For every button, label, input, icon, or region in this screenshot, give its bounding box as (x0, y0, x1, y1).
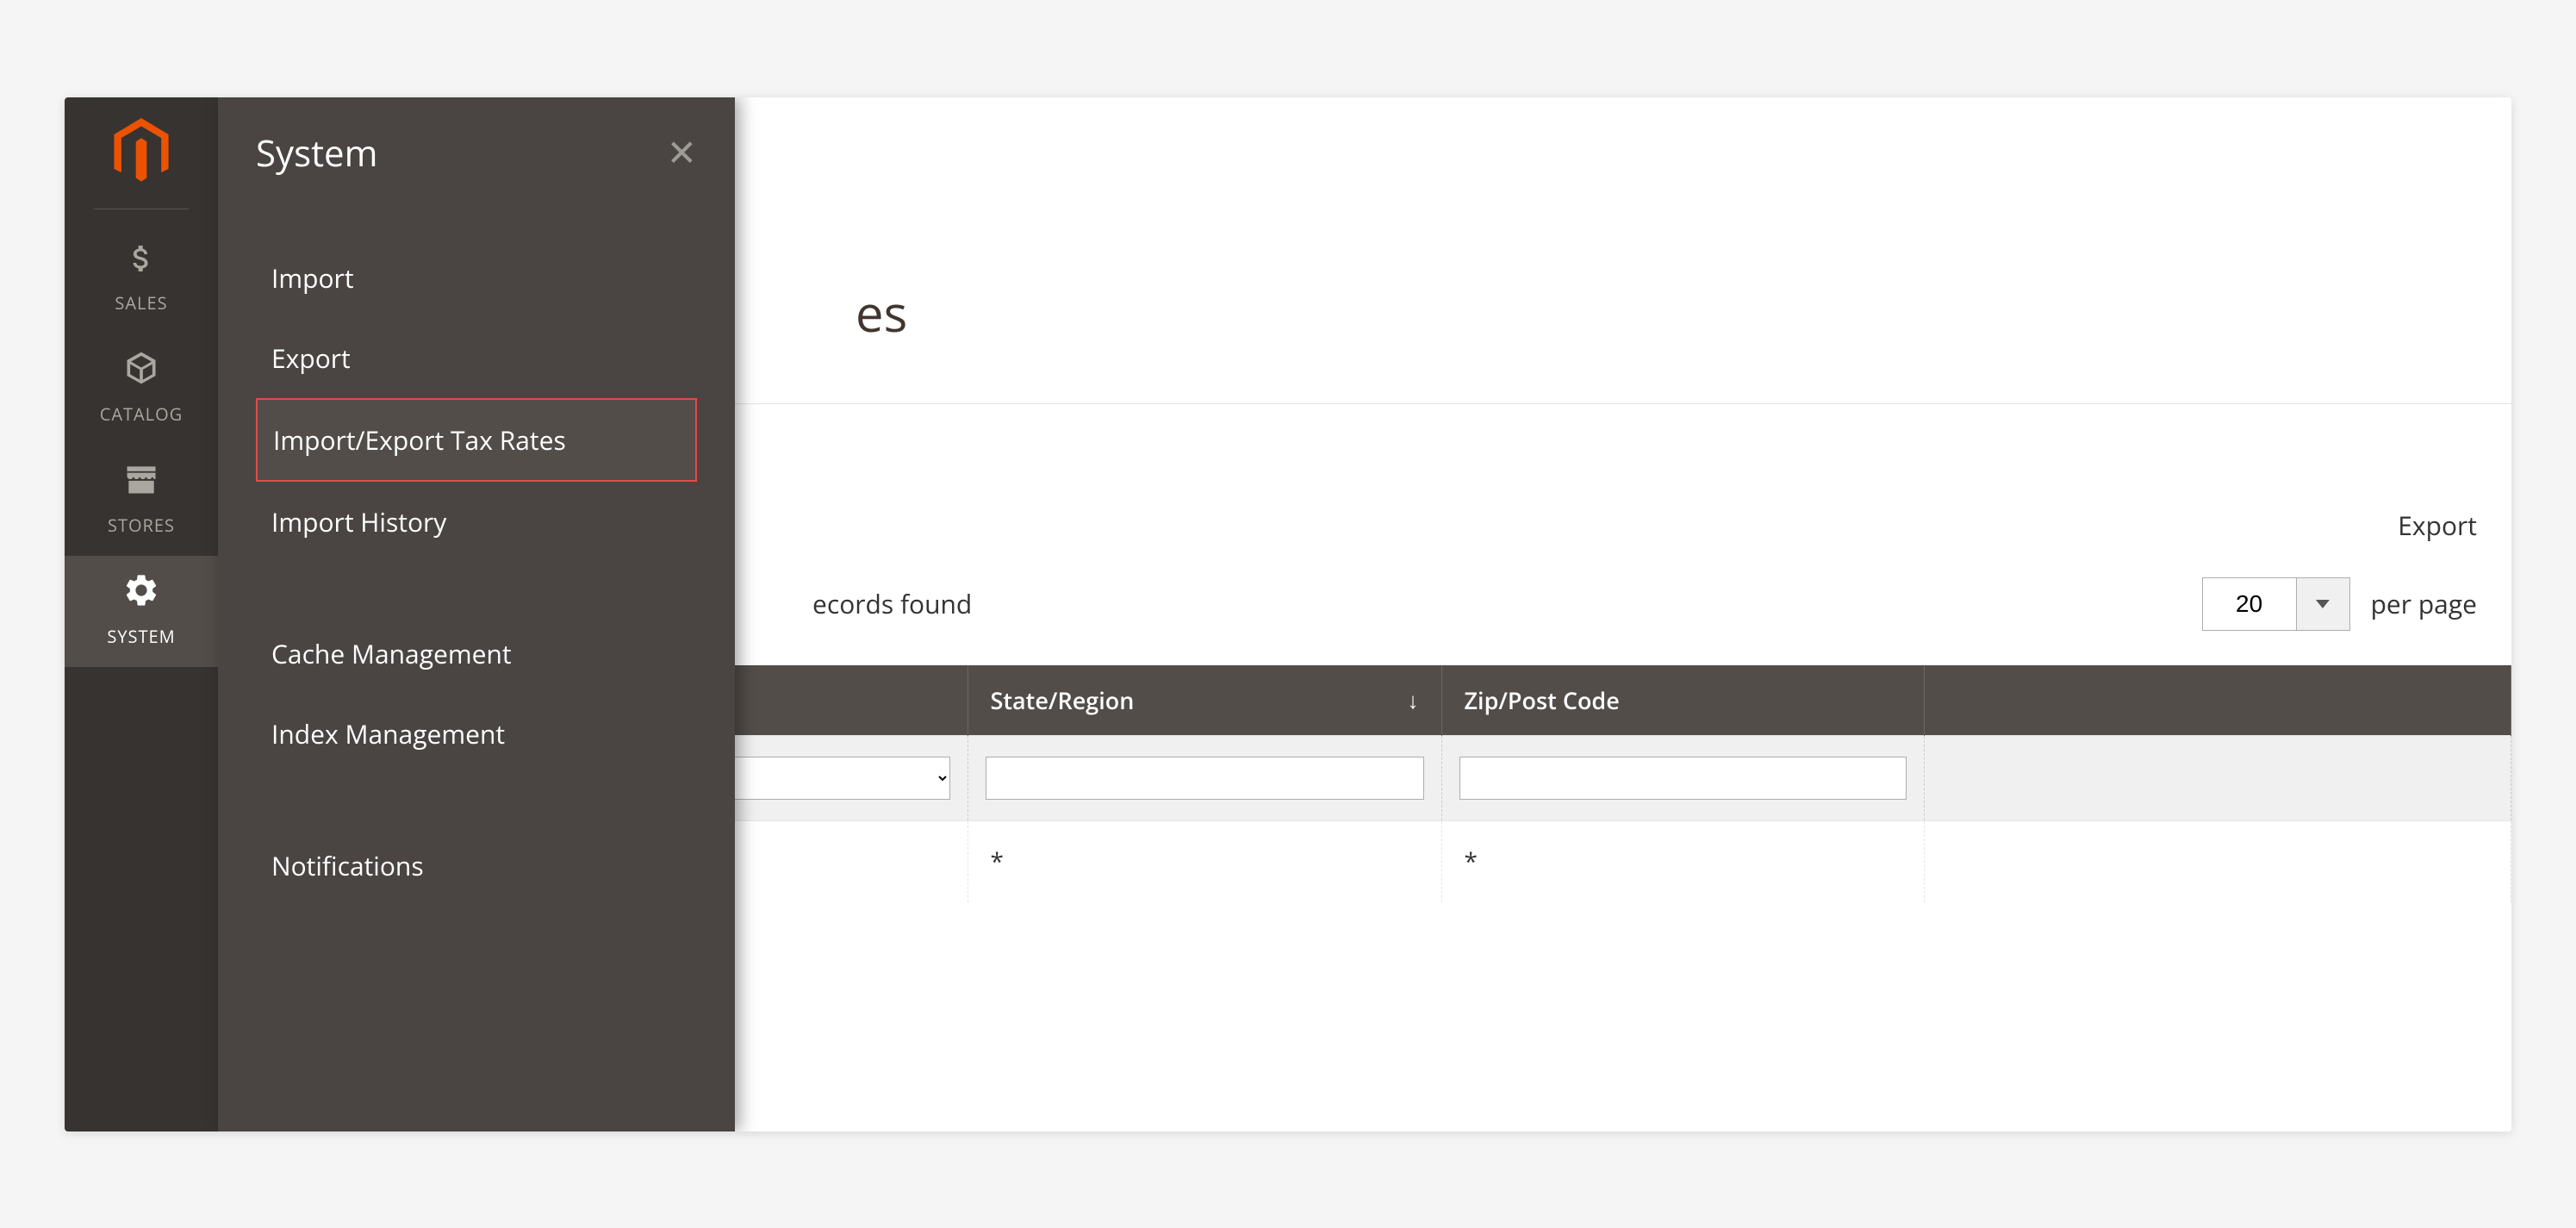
app-window: SALES CATALOG STORES SYSTEM es Export (65, 97, 2511, 1131)
flyout-item-import-export-tax-rates[interactable]: Import/Export Tax Rates (256, 398, 697, 482)
gear-icon (65, 571, 218, 620)
flyout-item-import-history[interactable]: Import History (256, 482, 697, 562)
flyout-item-index-management[interactable]: Index Management (256, 694, 697, 774)
filter-state-input[interactable] (986, 757, 1424, 800)
per-page-control: per page (2202, 577, 2477, 631)
per-page-input[interactable] (2202, 577, 2297, 631)
filter-zip-input[interactable] (1459, 757, 1907, 800)
records-found-label: ecords found (812, 586, 972, 621)
export-link[interactable]: Export (2398, 508, 2477, 543)
storefront-icon (65, 460, 218, 508)
cell-state: * (968, 820, 1441, 902)
column-header-state[interactable]: State/Region ↓ (968, 665, 1441, 736)
column-header-extra[interactable] (1924, 665, 2511, 736)
sidebar-item-stores[interactable]: STORES (65, 445, 218, 556)
flyout-item-export[interactable]: Export (256, 318, 697, 398)
sidebar-item-label: SALES (115, 291, 167, 315)
sidebar-item-system[interactable]: SYSTEM (65, 556, 218, 667)
close-icon[interactable]: ✕ (667, 134, 697, 171)
magento-logo-icon[interactable] (111, 118, 171, 191)
cube-icon (65, 349, 218, 397)
flyout-item-cache-management[interactable]: Cache Management (256, 614, 697, 694)
main-sidebar: SALES CATALOG STORES SYSTEM (65, 97, 218, 1131)
sort-arrow-icon: ↓ (1408, 684, 1419, 715)
sidebar-item-sales[interactable]: SALES (65, 223, 218, 333)
sidebar-item-label: SYSTEM (107, 625, 175, 648)
dollar-icon (65, 239, 218, 286)
sidebar-item-label: CATALOG (100, 402, 183, 426)
flyout-title: System (256, 128, 378, 178)
sidebar-item-catalog[interactable]: CATALOG (65, 333, 218, 445)
system-flyout: System ✕ Import Export Import/Export Tax… (218, 97, 735, 1131)
flyout-item-import[interactable]: Import (256, 238, 697, 318)
cell-zip: * (1441, 820, 1924, 902)
per-page-label: per page (2371, 586, 2477, 621)
flyout-item-notifications[interactable]: Notifications (256, 826, 697, 906)
sidebar-item-label: STORES (108, 514, 175, 537)
column-header-zip[interactable]: Zip/Post Code (1441, 665, 1924, 736)
per-page-dropdown-icon[interactable] (2297, 577, 2350, 631)
